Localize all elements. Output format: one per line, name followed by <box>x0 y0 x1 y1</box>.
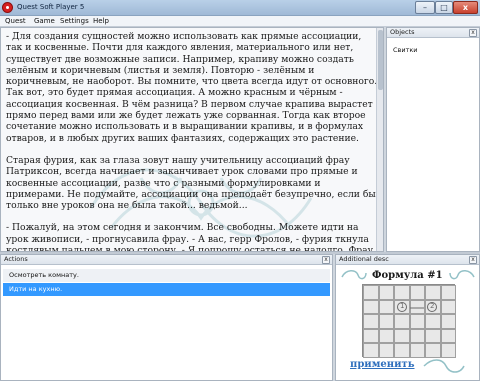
grid-cell[interactable] <box>378 285 394 300</box>
action-item-inspect-room[interactable]: Осмотреть комнату. <box>3 269 330 282</box>
grid-cell[interactable] <box>409 314 425 329</box>
objects-panel: Objects x Свитки <box>386 27 480 252</box>
grid-cell[interactable] <box>363 285 379 300</box>
desc-header-label: Additional desc <box>339 255 389 263</box>
grid-cell[interactable] <box>440 328 456 344</box>
grid-cell[interactable] <box>409 285 425 300</box>
main-paragraph: - Для создания сущностей можно использов… <box>6 31 378 144</box>
right-swirl-icon <box>449 270 475 280</box>
grid-mark-1: 1 <box>400 302 405 310</box>
grid-cell[interactable] <box>425 314 441 329</box>
menu-quest[interactable]: Quest <box>5 17 26 25</box>
formula-grid: 1 2 <box>362 284 456 358</box>
main-text-panel: - Для создания сущностей можно использов… <box>0 27 384 252</box>
grid-cell[interactable] <box>378 314 394 329</box>
bottom-swirl-icon <box>423 359 465 373</box>
desc-close-icon[interactable]: x <box>469 256 477 264</box>
app-icon <box>2 2 13 13</box>
menu-game[interactable]: Game <box>34 17 55 25</box>
left-swirl-icon <box>341 270 367 280</box>
grid-cell[interactable] <box>363 299 379 315</box>
grid-cell[interactable] <box>394 343 410 358</box>
menu-bar: Quest Game Settings Help <box>0 16 480 27</box>
maximize-button[interactable]: □ <box>435 1 453 14</box>
menu-help[interactable]: Help <box>93 17 109 25</box>
grid-cell[interactable] <box>394 314 410 329</box>
grid-cell[interactable] <box>394 328 410 344</box>
grid-cell[interactable] <box>394 285 410 300</box>
grid-cell[interactable] <box>440 285 456 300</box>
close-button[interactable]: x <box>453 1 478 14</box>
objects-header: Objects x <box>387 28 479 38</box>
object-item-scrolls[interactable]: Свитки <box>393 46 418 54</box>
actions-header: Actions x <box>1 255 332 265</box>
grid-cell[interactable] <box>363 328 379 344</box>
grid-cell[interactable] <box>425 328 441 344</box>
grid-cell[interactable] <box>425 343 441 358</box>
actions-panel: Actions x Осмотреть комнату. Идти на кух… <box>0 254 333 381</box>
main-paragraph: Старая фурия, как за глаза зовут нашу уч… <box>6 154 376 212</box>
apply-link[interactable]: применить <box>350 359 415 370</box>
main-paragraph: - Пожалуй, на этом сегодня и закончим. В… <box>6 222 374 252</box>
grid-cell[interactable] <box>363 343 379 358</box>
grid-cell[interactable] <box>425 285 441 300</box>
title-bar: Quest Soft Player 5 – □ x <box>0 0 480 16</box>
action-item-go-kitchen[interactable]: Идти на кухню. <box>3 283 330 296</box>
grid-cell[interactable] <box>363 314 379 329</box>
grid-mark-2: 2 <box>430 302 435 310</box>
objects-close-icon[interactable]: x <box>469 29 477 37</box>
grid-cell[interactable] <box>440 343 456 358</box>
grid-cell[interactable] <box>378 343 394 358</box>
grid-dash-icon <box>410 307 424 309</box>
grid-cell[interactable] <box>440 299 456 315</box>
grid-cell[interactable] <box>409 328 425 344</box>
window-title: Quest Soft Player 5 <box>17 3 85 11</box>
desc-header: Additional desc x <box>336 255 479 265</box>
minimize-button[interactable]: – <box>415 1 435 14</box>
grid-cell[interactable] <box>378 328 394 344</box>
grid-cell[interactable] <box>440 314 456 329</box>
objects-header-label: Objects <box>390 28 415 36</box>
actions-header-label: Actions <box>4 255 28 263</box>
additional-desc-panel: Additional desc x Формула #1 1 2 примени… <box>335 254 480 381</box>
main-text: - Для создания сущностей можно использов… <box>6 31 378 252</box>
menu-settings[interactable]: Settings <box>60 17 89 25</box>
main-scrollbar[interactable] <box>376 28 383 251</box>
actions-close-icon[interactable]: x <box>322 256 330 264</box>
grid-cell[interactable] <box>409 343 425 358</box>
formula-title: Формула #1 <box>372 270 443 281</box>
main-scrollbar-thumb[interactable] <box>378 30 383 90</box>
grid-cell[interactable] <box>378 299 394 315</box>
